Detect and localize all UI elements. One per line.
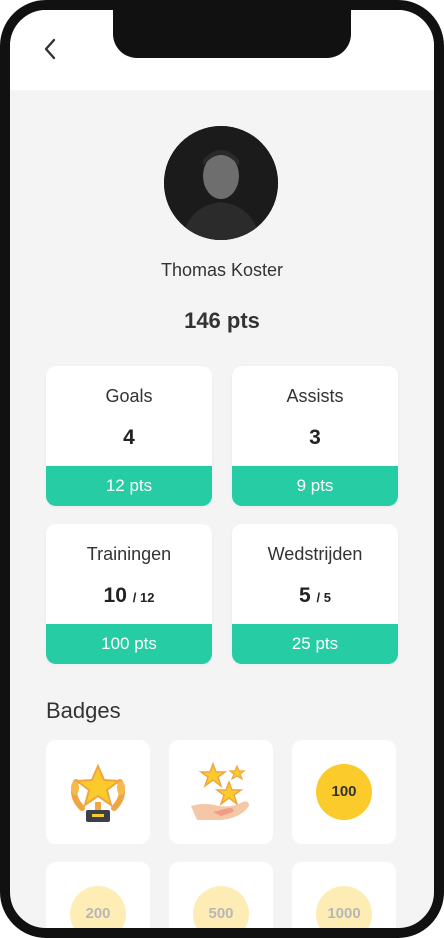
coin-icon: 500 (193, 886, 249, 928)
badge-100[interactable]: 100 (292, 740, 396, 844)
stat-value-total: / 12 (132, 590, 155, 605)
badge-stars[interactable] (169, 740, 273, 844)
stat-points: 25 pts (232, 624, 398, 664)
stat-points: 9 pts (232, 466, 398, 506)
stars-hand-icon (191, 761, 249, 820)
stat-value-number: 10 (103, 584, 127, 607)
coin-icon: 200 (70, 886, 126, 928)
badge-1000[interactable]: 1000 (292, 862, 396, 928)
stat-value: 10 / 12 (46, 584, 212, 608)
stat-card-assists: Assists 3 9 pts (232, 366, 398, 506)
stat-label: Wedstrijden (267, 544, 363, 564)
phone-frame: Statistieken Thomas Koster 146 pts Goals… (0, 0, 444, 938)
badge-500[interactable]: 500 (169, 862, 273, 928)
stat-points: 12 pts (46, 466, 212, 506)
badge-trophy[interactable] (46, 740, 150, 844)
stat-value: 4 (123, 426, 135, 449)
stat-value: 3 (309, 426, 321, 449)
stat-label: Trainingen (86, 544, 172, 564)
badge-200[interactable]: 200 (46, 862, 150, 928)
stat-value-number: 5 (299, 584, 311, 607)
trophy-icon (71, 763, 125, 822)
badges-title: Badges (46, 698, 121, 723)
avatar (164, 126, 278, 240)
player-name: Thomas Koster (160, 260, 284, 280)
stat-label: Assists (286, 386, 344, 406)
stat-card-trainings: Trainingen 10 / 12 100 pts (46, 524, 212, 664)
total-points: 146 pts (184, 308, 260, 333)
coin-icon: 1000 (316, 886, 372, 928)
stat-points: 100 pts (46, 624, 212, 664)
stat-label: Goals (105, 386, 153, 406)
phone-notch (113, 10, 351, 58)
coin-icon: 100 (316, 764, 372, 820)
stat-card-goals: Goals 4 12 pts (46, 366, 212, 506)
stat-card-matches: Wedstrijden 5 / 5 25 pts (232, 524, 398, 664)
stat-value-total: / 5 (316, 590, 331, 605)
stat-value: 5 / 5 (232, 584, 398, 608)
avatar-photo-icon (164, 126, 278, 240)
